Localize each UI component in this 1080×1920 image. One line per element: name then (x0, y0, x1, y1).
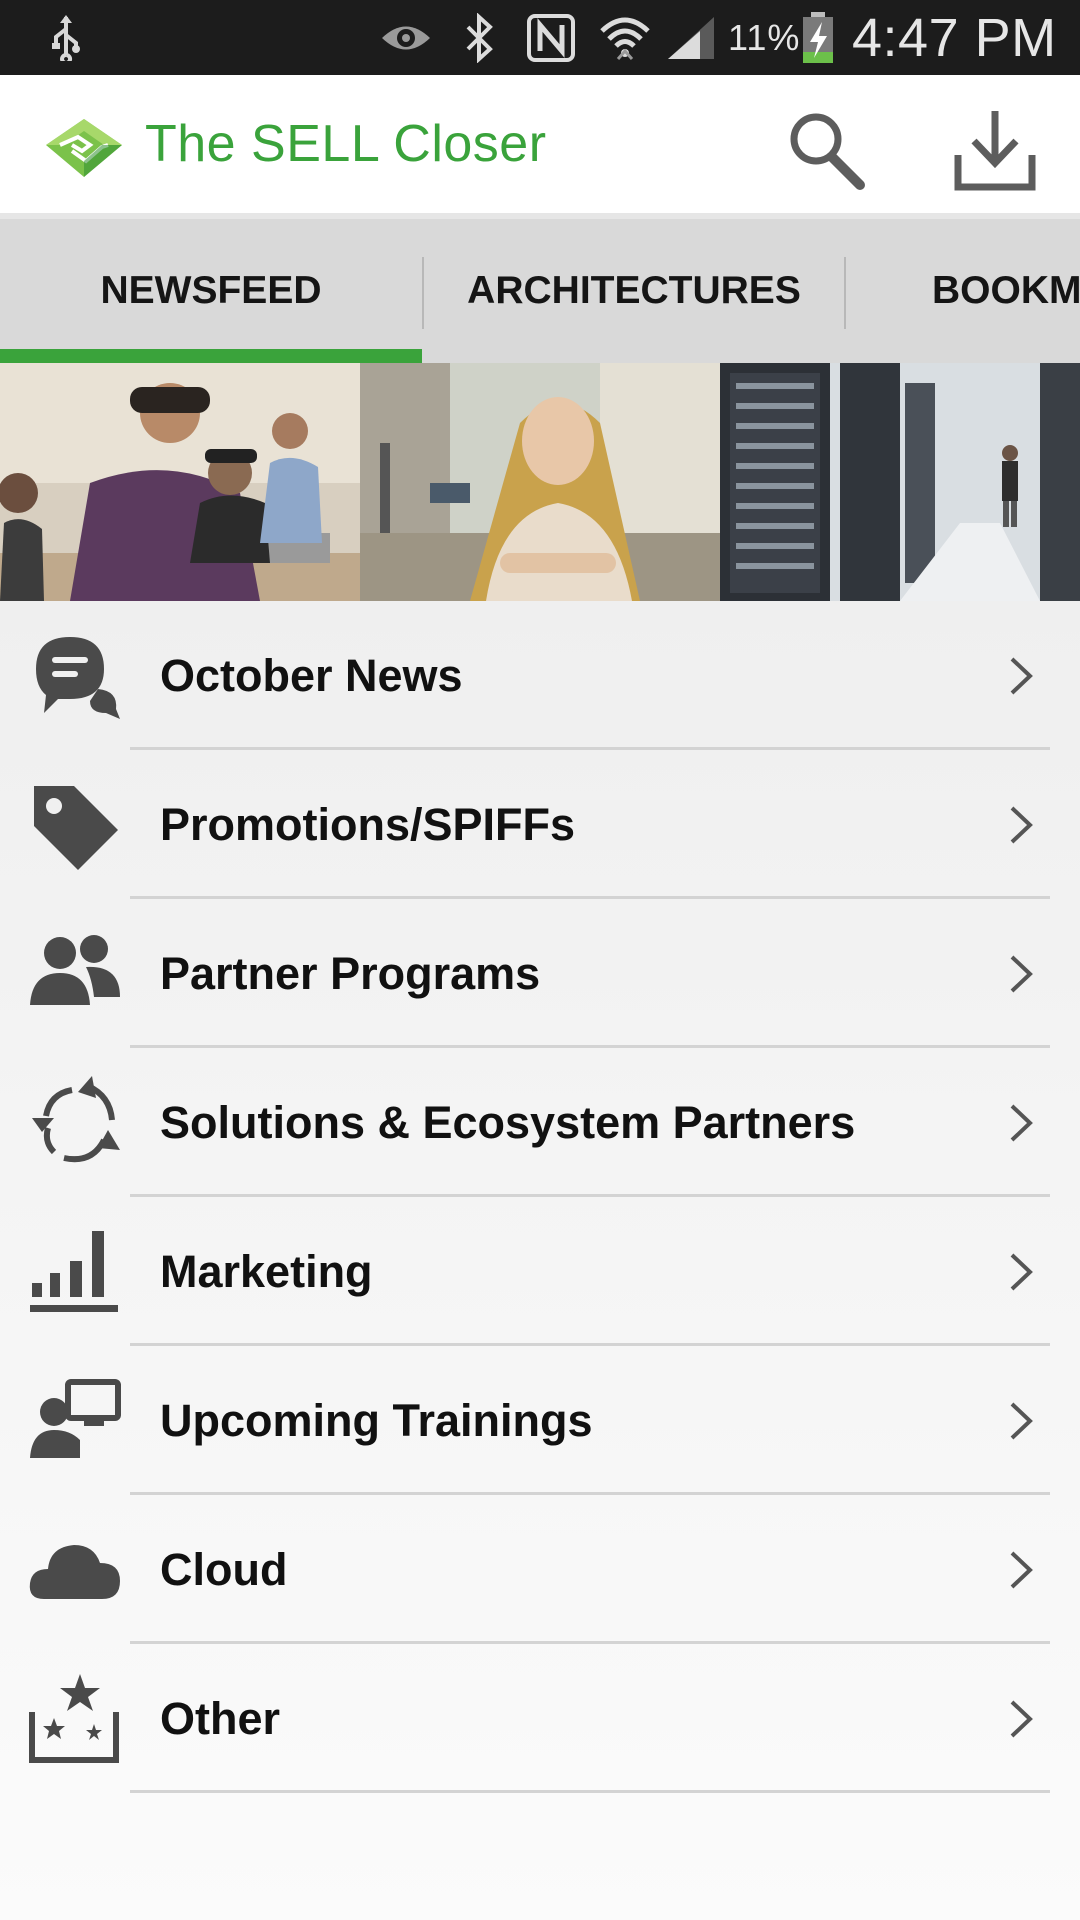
list-item-label: Other (160, 1692, 281, 1744)
chevron-right-icon (1000, 1247, 1040, 1297)
chevron-right-icon (1000, 800, 1040, 850)
app-bar: The SELL Closer (0, 75, 1080, 213)
list-item-october-news[interactable]: October News (0, 601, 1080, 750)
chevron-right-icon (1000, 949, 1040, 999)
cycle-arrows-icon (28, 1076, 122, 1170)
list-item-solutions-ecosystem-partners[interactable]: Solutions & Ecosystem Partners (0, 1048, 1080, 1197)
battery-charging-icon (800, 0, 836, 75)
tab-bar: NEWSFEED ARCHITECTURES BOOKM (0, 213, 1080, 363)
eye-icon (380, 0, 432, 75)
list-item-label: Promotions/SPIFFs (160, 798, 576, 850)
server-room-photo (720, 363, 1080, 601)
chevron-right-icon (1000, 651, 1040, 701)
tab-bookmarks[interactable]: BOOKM (846, 219, 1080, 363)
app-title: The SELL Closer (145, 115, 547, 173)
star-box-icon (28, 1672, 122, 1766)
list-item-label: Upcoming Trainings (160, 1394, 593, 1446)
chevron-right-icon (1000, 1396, 1040, 1446)
chevron-right-icon (1000, 1545, 1040, 1595)
list-item-label: Solutions & Ecosystem Partners (160, 1096, 856, 1148)
list-item-other[interactable]: Other (0, 1644, 1080, 1793)
woman-portrait-photo (360, 363, 720, 601)
selected-tab-indicator (0, 349, 422, 363)
tab-newsfeed[interactable]: NEWSFEED (0, 219, 422, 363)
chevron-right-icon (1000, 1098, 1040, 1148)
person-monitor-icon (28, 1374, 122, 1468)
clock: 4:47 PM (852, 7, 1057, 68)
list-item-label: Marketing (160, 1245, 373, 1297)
usb-icon (48, 0, 84, 75)
wifi-icon (598, 0, 652, 75)
tab-architectures[interactable]: ARCHITECTURES (424, 219, 844, 363)
divider (130, 1790, 1050, 1793)
list-item-cloud[interactable]: Cloud (0, 1495, 1080, 1644)
people-icon (28, 927, 122, 1021)
list-item-label: Partner Programs (160, 947, 541, 999)
cloud-icon (28, 1523, 122, 1617)
search-icon[interactable] (780, 105, 870, 195)
handshake-logo (42, 115, 126, 179)
download-icon[interactable] (950, 105, 1040, 195)
list-item-label: Cloud (160, 1543, 288, 1595)
status-bar: 11% 4:47 PM (0, 0, 1080, 75)
bluetooth-icon (462, 0, 496, 75)
chat-bubbles-icon (28, 629, 122, 723)
people-at-laptops-photo (0, 363, 360, 601)
list-item-promotions-spiffs[interactable]: Promotions/SPIFFs (0, 750, 1080, 899)
list-item-upcoming-trainings[interactable]: Upcoming Trainings (0, 1346, 1080, 1495)
nfc-icon (526, 0, 576, 75)
list-item-marketing[interactable]: Marketing (0, 1197, 1080, 1346)
chevron-right-icon (1000, 1694, 1040, 1744)
battery-percent: 11% (728, 16, 801, 58)
category-list: October News Promotions/SPIFFs Partner P… (0, 601, 1080, 1920)
list-item-label: October News (160, 649, 463, 701)
list-item-partner-programs[interactable]: Partner Programs (0, 899, 1080, 1048)
tag-icon (28, 778, 122, 872)
signal-icon (666, 0, 716, 75)
bar-chart-icon (28, 1225, 122, 1319)
banner[interactable] (0, 363, 1080, 601)
